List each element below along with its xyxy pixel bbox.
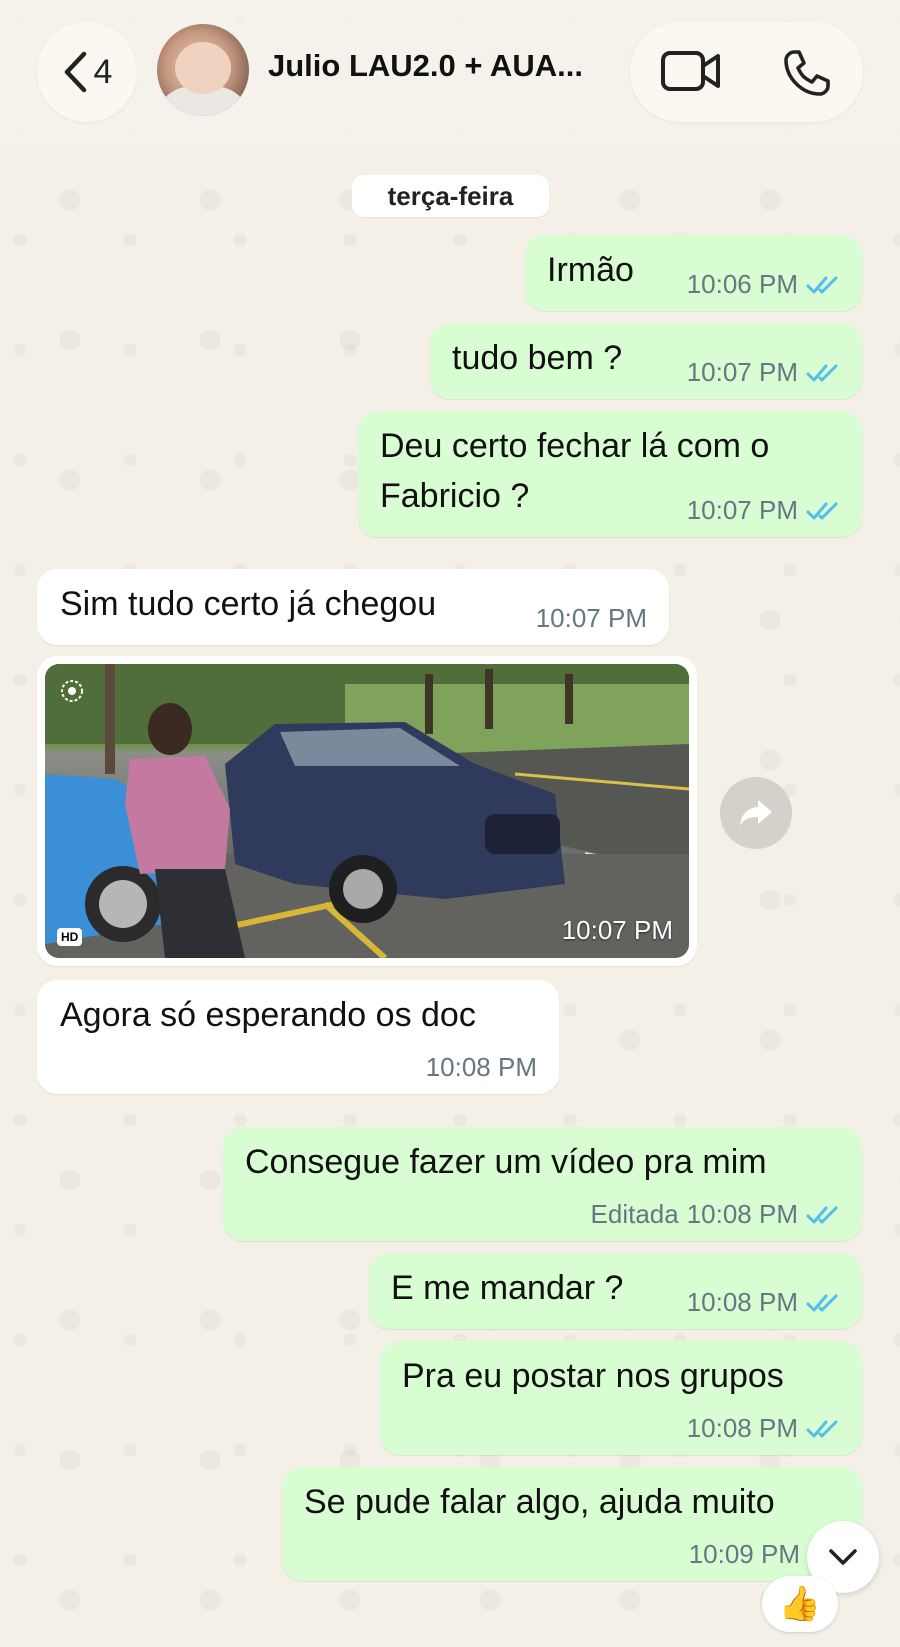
message-meta: 10:07 PM	[687, 357, 842, 388]
chat-header: 4 Julio LAU2.0 + AUA...	[0, 0, 900, 145]
message-time: 10:08 PM	[686, 1199, 798, 1229]
message-photo[interactable]: HD 10:07 PM	[45, 664, 689, 958]
read-ticks-icon	[806, 1294, 838, 1311]
call-actions	[630, 22, 863, 122]
image-message[interactable]: HD 10:07 PM	[37, 656, 697, 966]
message-outgoing[interactable]: Pra eu postar nos grupos 10:08 PM	[380, 1341, 862, 1455]
read-ticks-icon	[806, 364, 838, 381]
message-time: 10:08 PM	[425, 1052, 537, 1082]
message-time: 10:06 PM	[686, 269, 798, 299]
message-time: 10:08 PM	[686, 1413, 798, 1443]
message-text: Se pude falar algo, ajuda muito	[304, 1483, 775, 1521]
message-text: E me mandar ?	[391, 1269, 624, 1307]
message-time: 10:07 PM	[686, 495, 798, 525]
message-outgoing[interactable]: Consegue fazer um vídeo pra mim Editada …	[223, 1127, 862, 1241]
video-call-icon[interactable]	[660, 48, 722, 94]
forward-arrow-icon	[740, 800, 772, 826]
message-meta: 10:08 PM	[687, 1413, 842, 1444]
message-incoming[interactable]: Agora só esperando os doc 10:08 PM	[37, 980, 559, 1094]
message-text-line-2: Fabricio ?	[380, 477, 530, 515]
message-outgoing[interactable]: tudo bem ? 10:07 PM	[430, 323, 862, 399]
message-time: 10:07 PM	[535, 603, 647, 633]
chevron-down-icon	[829, 1549, 857, 1565]
forward-button[interactable]	[720, 777, 792, 849]
reaction-badge[interactable]: 👍	[762, 1576, 838, 1632]
avatar[interactable]	[157, 24, 249, 116]
message-meta: 10:09 PM	[689, 1539, 800, 1570]
view-once-icon	[61, 680, 83, 702]
message-outgoing[interactable]: E me mandar ? 10:08 PM	[369, 1253, 862, 1329]
read-ticks-icon	[806, 1420, 838, 1437]
message-text: tudo bem ?	[452, 339, 623, 377]
read-ticks-icon	[806, 502, 838, 519]
chevron-left-icon	[64, 51, 86, 93]
hd-badge: HD	[57, 928, 83, 946]
message-meta: 10:08 PM	[687, 1287, 842, 1318]
message-time: 10:08 PM	[686, 1287, 798, 1317]
message-meta: 10:07 PM	[687, 495, 842, 526]
message-text: Sim tudo certo já chegou	[60, 585, 437, 623]
message-meta: 10:07 PM	[536, 603, 647, 634]
message-text: Consegue fazer um vídeo pra mim	[245, 1143, 767, 1181]
message-text: Pra eu postar nos grupos	[402, 1357, 784, 1395]
message-incoming[interactable]: Sim tudo certo já chegou 10:07 PM	[37, 569, 669, 645]
photo-content	[45, 664, 689, 958]
message-text: Irmão	[547, 251, 634, 289]
message-time: 10:07 PM	[686, 357, 798, 387]
read-ticks-icon	[806, 1206, 838, 1223]
unread-count: 4	[93, 52, 113, 91]
chat-title[interactable]: Julio LAU2.0 + AUA...	[268, 48, 608, 84]
message-outgoing[interactable]: Deu certo fechar lá com o Fabricio ? 10:…	[358, 411, 862, 537]
message-meta: 10:08 PM	[426, 1052, 537, 1083]
message-time: 10:09 PM	[688, 1539, 800, 1569]
phone-icon[interactable]	[782, 48, 832, 98]
message-text-line-1: Deu certo fechar lá com o	[380, 427, 770, 465]
date-separator: terça-feira	[352, 175, 549, 217]
message-meta: Editada 10:08 PM	[591, 1199, 842, 1230]
message-text: Agora só esperando os doc	[60, 996, 476, 1034]
message-meta: 10:06 PM	[687, 269, 842, 300]
back-button[interactable]: 4	[37, 22, 137, 122]
message-outgoing[interactable]: Irmão 10:06 PM	[525, 235, 862, 311]
read-ticks-icon	[806, 276, 838, 293]
edited-label: Editada	[590, 1199, 679, 1229]
message-outgoing[interactable]: Se pude falar algo, ajuda muito 10:09 PM	[282, 1467, 862, 1581]
message-time: 10:07 PM	[561, 915, 673, 945]
